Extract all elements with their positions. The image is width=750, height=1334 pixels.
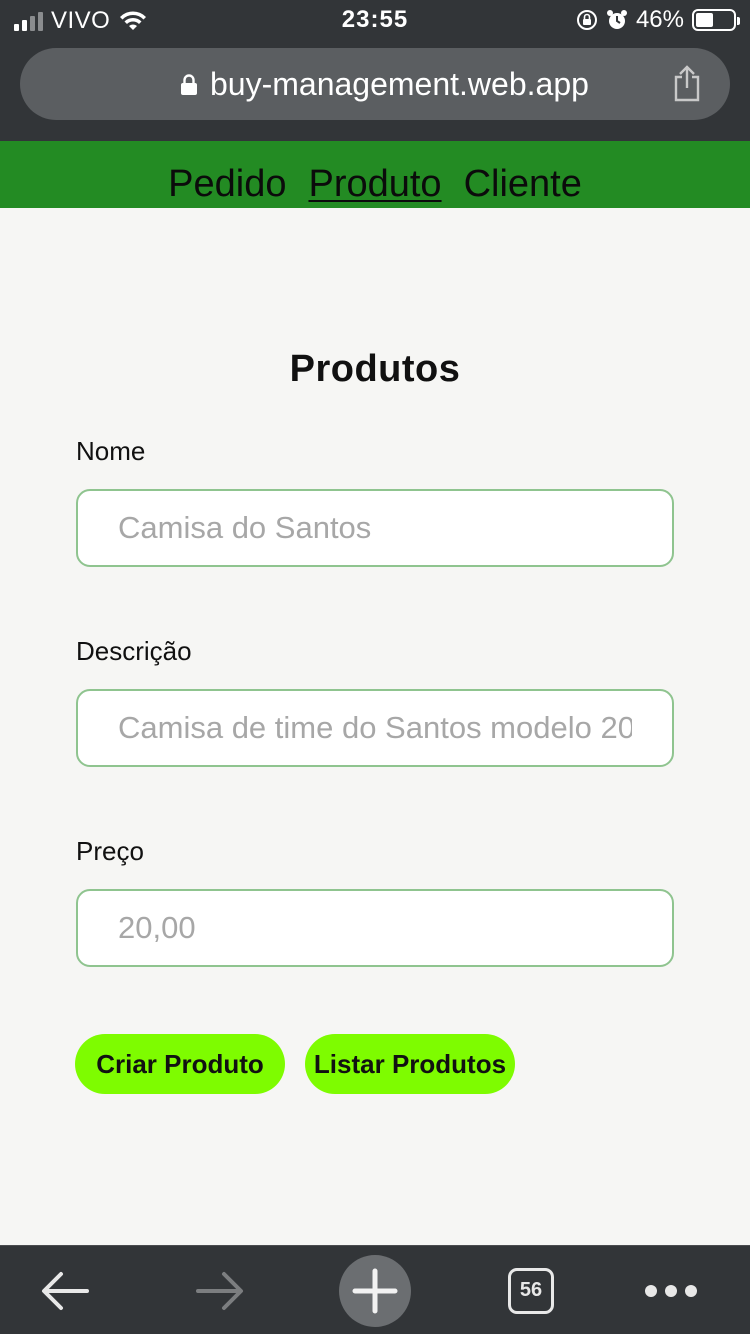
listar-produtos-button[interactable]: Listar Produtos xyxy=(305,1034,515,1094)
forward-button[interactable] xyxy=(183,1246,257,1334)
tab-count: 56 xyxy=(519,1279,543,1301)
plus-icon xyxy=(352,1268,398,1313)
new-tab-button[interactable] xyxy=(338,1246,412,1334)
new-tab-circle xyxy=(339,1254,411,1327)
share-icon[interactable] xyxy=(672,64,702,102)
status-bar: VIVO 23:55 46% xyxy=(0,0,750,40)
battery-fill xyxy=(696,13,713,27)
descricao-label: Descrição xyxy=(76,636,192,666)
page-title: Produtos xyxy=(289,348,461,390)
bottom-toolbar: 56 xyxy=(0,1245,750,1334)
preco-input[interactable] xyxy=(76,889,674,967)
browser-toolbar: buy-management.web.app xyxy=(0,40,750,141)
nav-link-pedido[interactable]: Pedido xyxy=(168,163,286,208)
nav-link-produto[interactable]: Produto xyxy=(308,163,441,208)
orientation-lock-icon xyxy=(576,10,597,30)
back-arrow-icon xyxy=(42,1271,89,1310)
forward-arrow-icon xyxy=(196,1271,243,1310)
tabs-icon: 56 xyxy=(508,1267,554,1314)
lock-icon xyxy=(181,74,197,95)
back-button[interactable] xyxy=(28,1246,102,1334)
nome-input[interactable] xyxy=(76,489,674,567)
more-button[interactable] xyxy=(634,1246,708,1334)
nav-link-cliente[interactable]: Cliente xyxy=(464,163,582,208)
status-right: 46% xyxy=(576,6,740,34)
more-icon xyxy=(645,1284,697,1297)
url-text: buy-management.web.app xyxy=(210,66,589,102)
alarm-icon xyxy=(606,10,627,29)
battery-percent: 46% xyxy=(635,6,684,33)
nome-label: Nome xyxy=(76,436,146,466)
battery-icon xyxy=(692,9,740,31)
descricao-input[interactable] xyxy=(76,689,674,767)
tabs-button[interactable]: 56 xyxy=(494,1246,568,1334)
criar-produto-button[interactable]: Criar Produto xyxy=(75,1034,285,1094)
preco-label: Preço xyxy=(76,836,144,866)
address-bar[interactable]: buy-management.web.app xyxy=(20,48,730,120)
app-nav: Pedido Produto Cliente xyxy=(0,141,750,208)
